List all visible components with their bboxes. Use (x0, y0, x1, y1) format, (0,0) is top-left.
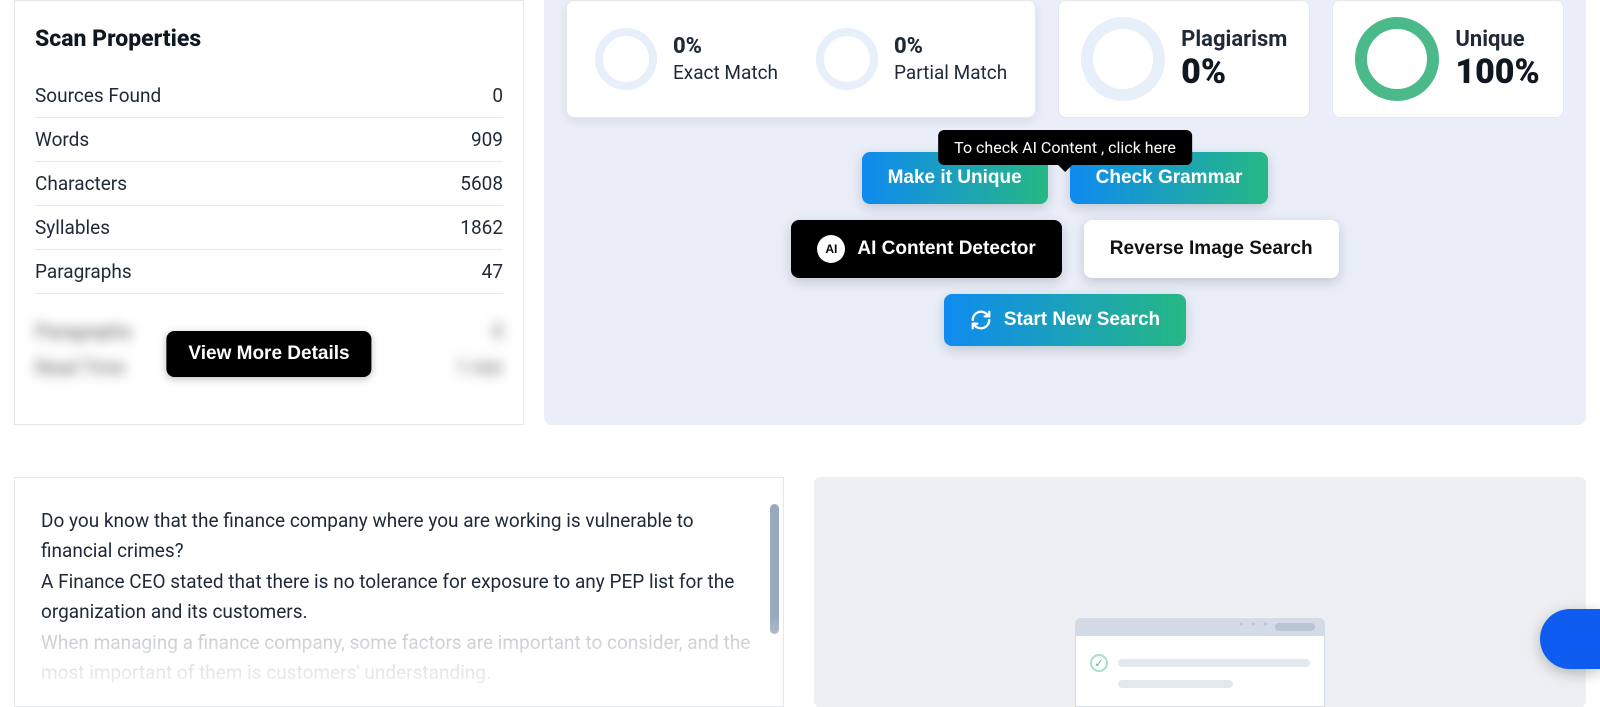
scan-properties-panel: Scan Properties Sources Found 0 Words 90… (14, 0, 524, 425)
prop-label: Words (35, 128, 89, 151)
blurred-value: 0 (492, 320, 503, 343)
exact-match-pct: 0% (673, 34, 778, 59)
progress-ring-icon (1081, 17, 1165, 101)
prop-label: Sources Found (35, 84, 161, 107)
ai-content-detector-button[interactable]: AI AI Content Detector (791, 220, 1061, 278)
prop-row-sources: Sources Found 0 (35, 74, 503, 118)
prop-row-syllables: Syllables 1862 (35, 206, 503, 250)
prop-label: Characters (35, 172, 127, 195)
prop-row-characters: Characters 5608 (35, 162, 503, 206)
scrollbar-thumb[interactable] (770, 504, 779, 634)
exact-match-label: Exact Match (673, 61, 778, 84)
blurred-value: 1 min (456, 356, 503, 379)
match-card: 0% Exact Match 0% Partial Match (566, 0, 1036, 118)
prop-label: Paragraphs (35, 260, 132, 283)
actions-area: Make it Unique Check Grammar To check AI… (566, 152, 1564, 346)
start-new-search-button[interactable]: Start New Search (944, 294, 1186, 346)
ai-icon: AI (817, 235, 845, 263)
plagiarism-pct: 0% (1181, 52, 1287, 92)
blurred-label: Paragraphs (35, 320, 132, 343)
chat-bubble-button[interactable] (1540, 609, 1600, 669)
results-area: 0% Exact Match 0% Partial Match Plagiari… (544, 0, 1586, 425)
content-paragraph: When managing a finance company, some fa… (41, 628, 757, 689)
prop-value: 5608 (460, 172, 503, 195)
plagiarism-stat: Plagiarism 0% (1058, 0, 1310, 118)
locked-details-zone: Paragraphs 0 Read Time 1 min View More D… (35, 314, 503, 394)
reverse-image-search-button[interactable]: Reverse Image Search (1084, 220, 1339, 278)
prop-value: 1862 (460, 216, 503, 239)
prop-row-paragraphs: Paragraphs 47 (35, 250, 503, 294)
plagiarism-label: Plagiarism (1181, 27, 1287, 52)
browser-mock-illustration: ✓ (1075, 618, 1325, 707)
ai-detector-label: AI Content Detector (857, 238, 1035, 260)
unique-stat: Unique 100% (1332, 0, 1564, 118)
scan-properties-title: Scan Properties (35, 25, 503, 52)
partial-match-stat: 0% Partial Match (816, 23, 1007, 95)
unique-pct: 100% (1455, 52, 1539, 92)
prop-label: Syllables (35, 216, 110, 239)
content-paragraph: Do you know that the finance company whe… (41, 506, 757, 567)
partial-match-label: Partial Match (894, 61, 1007, 84)
view-more-details-button[interactable]: View More Details (166, 331, 371, 377)
content-text-panel[interactable]: Do you know that the finance company whe… (14, 477, 784, 707)
start-new-label: Start New Search (1004, 309, 1160, 331)
progress-ring-icon (1355, 17, 1439, 101)
prop-value: 909 (471, 128, 503, 151)
progress-ring-icon (595, 28, 657, 90)
prop-value: 0 (492, 84, 503, 107)
prop-value: 47 (482, 260, 503, 283)
content-paragraph: A Finance CEO stated that there is no to… (41, 567, 757, 628)
refresh-icon (970, 309, 992, 331)
exact-match-stat: 0% Exact Match (595, 23, 778, 95)
ai-detector-tooltip: To check AI Content , click here (938, 130, 1192, 165)
prop-row-words: Words 909 (35, 118, 503, 162)
result-placeholder-panel: ✓ (814, 477, 1586, 707)
partial-match-pct: 0% (894, 34, 1007, 59)
check-icon: ✓ (1090, 654, 1108, 672)
unique-label: Unique (1455, 27, 1539, 52)
blurred-label: Read Time (35, 356, 125, 379)
progress-ring-icon (816, 28, 878, 90)
